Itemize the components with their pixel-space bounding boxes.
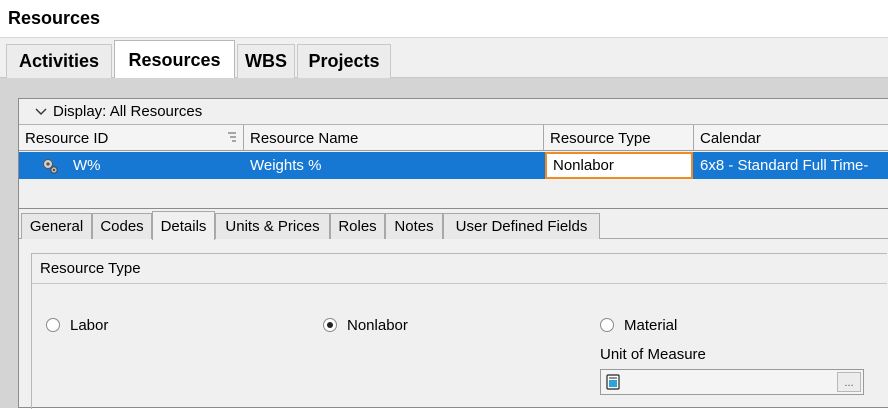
radio-button[interactable] xyxy=(600,318,614,332)
tab-activities[interactable]: Activities xyxy=(6,44,112,78)
beaker-icon xyxy=(606,374,620,390)
details-panel: General Codes Details Units & Prices Rol… xyxy=(18,208,888,409)
column-header-resource-name[interactable]: Resource Name xyxy=(244,125,544,151)
column-header-calendar[interactable]: Calendar xyxy=(694,125,888,151)
workspace: Display: All Resources Resource ID Resou… xyxy=(0,78,888,409)
cell-resource-name[interactable]: Weights % xyxy=(244,152,544,179)
radio-material[interactable]: Material xyxy=(600,316,677,334)
tab-details[interactable]: Details xyxy=(152,211,215,240)
column-header-resource-id[interactable]: Resource ID xyxy=(19,125,244,151)
radio-nonlabor[interactable]: Nonlabor xyxy=(323,316,408,334)
main-tab-bar: Activities Resources WBS Projects xyxy=(0,38,888,79)
table-row[interactable]: W% Weights % Nonlabor 6x8 - Standard Ful… xyxy=(19,152,888,179)
radio-button-selected[interactable] xyxy=(323,318,337,332)
browse-button[interactable]: ... xyxy=(837,372,861,392)
tab-resources[interactable]: Resources xyxy=(114,40,235,79)
tab-user-defined-fields[interactable]: User Defined Fields xyxy=(443,213,600,239)
group-title: Resource Type xyxy=(32,254,887,284)
chevron-down-icon[interactable] xyxy=(35,105,47,119)
title-bar: Resources xyxy=(0,0,888,38)
resource-type-group: Resource Type Labor Nonlabor Material Un… xyxy=(31,253,887,409)
tab-projects[interactable]: Projects xyxy=(297,44,391,78)
radio-labor[interactable]: Labor xyxy=(46,316,108,334)
tab-notes[interactable]: Notes xyxy=(385,213,443,239)
tab-general[interactable]: General xyxy=(21,213,92,239)
column-header-resource-type[interactable]: Resource Type xyxy=(544,125,694,151)
grid-header: Resource ID Resource Name Resource Type … xyxy=(19,125,888,151)
unit-of-measure-label: Unit of Measure xyxy=(600,346,706,363)
cell-resource-type[interactable]: Nonlabor xyxy=(545,152,693,179)
sort-icon[interactable] xyxy=(227,131,237,143)
unit-of-measure-field[interactable]: ... xyxy=(600,369,864,395)
tab-wbs[interactable]: WBS xyxy=(237,44,295,78)
tab-units-prices[interactable]: Units & Prices xyxy=(215,213,330,239)
display-filter-label: Display: All Resources xyxy=(53,103,203,120)
window-title: Resources xyxy=(8,8,101,28)
detail-tab-bar: General Codes Details Units & Prices Rol… xyxy=(19,209,888,240)
cell-resource-id[interactable]: W% xyxy=(67,152,237,179)
tab-codes[interactable]: Codes xyxy=(92,213,152,239)
tab-roles[interactable]: Roles xyxy=(330,213,385,239)
cell-calendar[interactable]: 6x8 - Standard Full Time- xyxy=(694,152,888,179)
gear-icon xyxy=(43,159,58,174)
display-filter[interactable]: Display: All Resources xyxy=(19,99,888,125)
radio-button[interactable] xyxy=(46,318,60,332)
